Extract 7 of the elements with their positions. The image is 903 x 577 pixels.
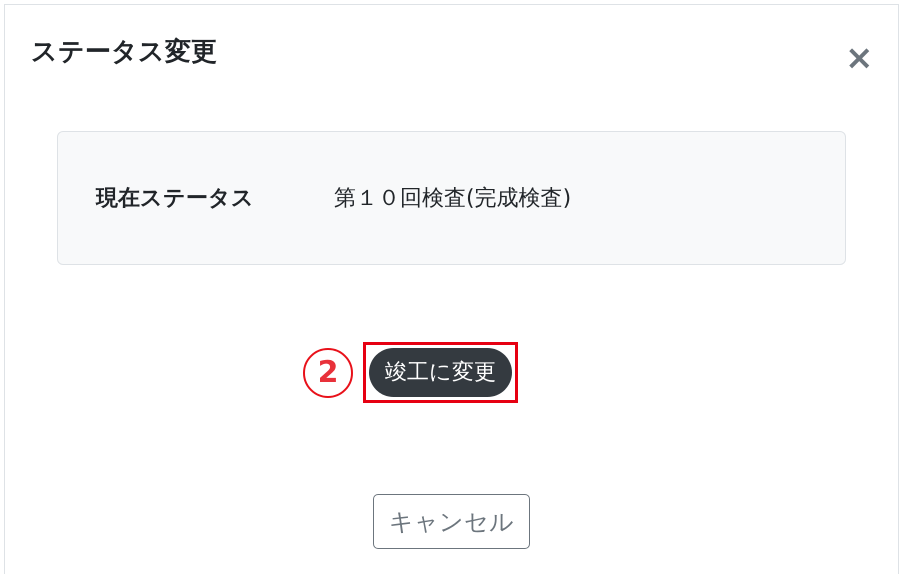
cancel-button[interactable]: キャンセル	[373, 494, 530, 549]
status-label: 現在ステータス	[96, 184, 254, 212]
close-button[interactable]: ×	[843, 41, 876, 75]
complete-button[interactable]: 竣工に変更	[369, 348, 512, 397]
step-marker: 2	[303, 348, 353, 398]
dialog-title: ステータス変更	[31, 37, 217, 68]
status-value: 第１０回検査(完成検査)	[334, 184, 572, 212]
